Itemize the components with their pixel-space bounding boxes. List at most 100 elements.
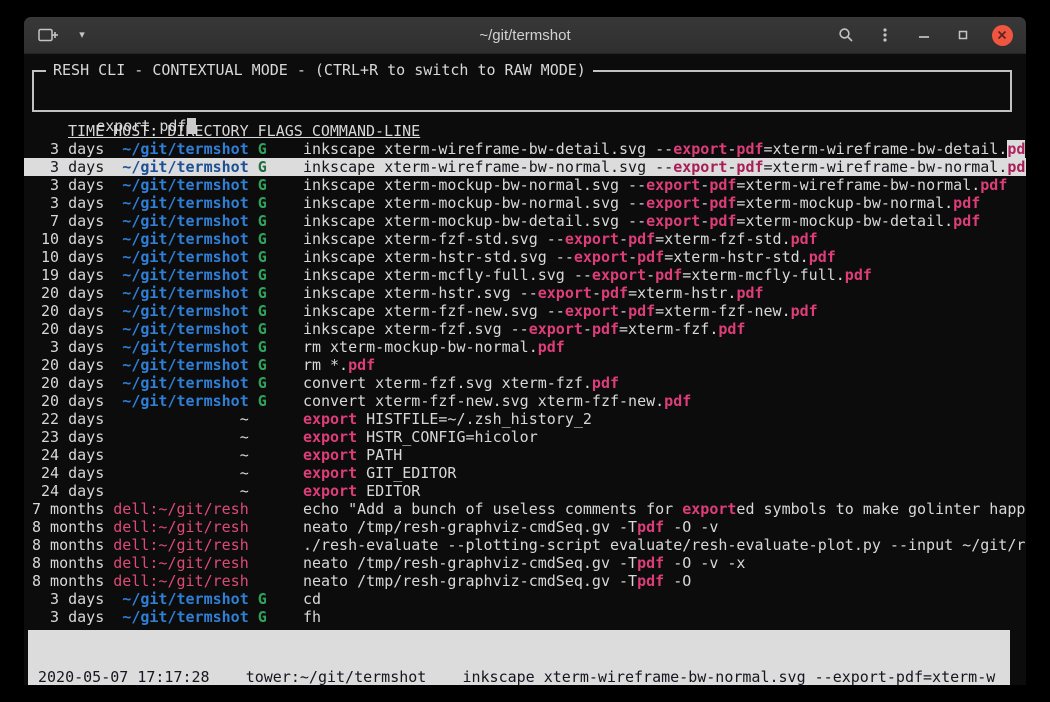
cmd-segment: inkscape xterm-wireframe-bw-normal.svg -… <box>303 158 673 176</box>
text-cursor <box>187 118 196 134</box>
row-directory: ~/git/termshot <box>104 608 249 626</box>
cmd-segment: pdf <box>628 230 655 248</box>
history-row[interactable]: 3 days ~/git/termshot G cd <box>24 590 1026 608</box>
cmd-segment: - <box>592 284 601 302</box>
cmd-segment: pd <box>1007 158 1025 176</box>
history-row[interactable]: 23 days ~ export HSTR_CONFIG=hicolor <box>24 428 1026 446</box>
history-row[interactable]: 10 days ~/git/termshot G inkscape xterm-… <box>24 230 1026 248</box>
cmd-segment: export <box>529 320 583 338</box>
history-row[interactable]: 24 days ~ export PATH <box>24 446 1026 464</box>
terminal-content: RESH CLI - CONTEXTUAL MODE - (CTRL+R to … <box>24 54 1026 685</box>
row-flags <box>249 518 303 536</box>
cmd-segment: - <box>646 266 655 284</box>
cmd-segment: export <box>303 428 357 446</box>
row-directory: dell:~/git/resh <box>104 554 249 572</box>
cmd-segment: =xterm-wireframe-bw-detail. <box>764 140 1008 158</box>
cmd-segment: rm *. <box>303 356 348 374</box>
history-row[interactable]: 24 days ~ export EDITOR <box>24 482 1026 500</box>
cmd-segment: export <box>538 284 592 302</box>
row-flags <box>249 428 303 446</box>
history-row[interactable]: 20 days ~/git/termshot G inkscape xterm-… <box>24 302 1026 320</box>
cmd-segment: export <box>646 212 700 230</box>
history-row[interactable]: 19 days ~/git/termshot G inkscape xterm-… <box>24 266 1026 284</box>
cmd-segment: inkscape xterm-hstr.svg -- <box>303 284 538 302</box>
history-row[interactable]: 8 months dell:~/git/resh ./resh-evaluate… <box>24 536 1026 554</box>
cmd-segment: export <box>646 176 700 194</box>
row-flags <box>249 482 303 500</box>
search-button[interactable] <box>834 23 858 47</box>
close-button[interactable] <box>990 23 1014 47</box>
cmd-segment: pdf <box>718 320 745 338</box>
cmd-segment: -O <box>664 572 691 590</box>
history-row[interactable]: 3 days ~/git/termshot G inkscape xterm-w… <box>24 140 1026 158</box>
history-row[interactable]: 3 days ~/git/termshot G inkscape xterm-w… <box>24 158 1026 176</box>
history-row[interactable]: 3 days ~/git/termshot G inkscape xterm-m… <box>24 194 1026 212</box>
cmd-segment: inkscape xterm-mockup-bw-detail.svg -- <box>303 212 646 230</box>
history-row[interactable]: 8 months dell:~/git/resh neato /tmp/resh… <box>24 518 1026 536</box>
query-input[interactable]: export pdf <box>96 117 186 135</box>
row-directory: dell:~/git/resh <box>104 518 249 536</box>
titlebar-left-controls: ▾ <box>36 23 94 47</box>
row-flags <box>249 500 303 518</box>
history-row[interactable]: 20 days ~/git/termshot G rm *.pdf <box>24 356 1026 374</box>
row-time: 10 days <box>32 248 104 266</box>
row-flags <box>249 554 303 572</box>
cmd-segment: pdf <box>592 320 619 338</box>
cmd-segment: inkscape xterm-mockup-bw-normal.svg -- <box>303 176 646 194</box>
cmd-segment: inkscape xterm-wireframe-bw-detail.svg -… <box>303 140 673 158</box>
cmd-segment: pdf <box>538 338 565 356</box>
cmd-segment: PATH <box>357 446 402 464</box>
history-row[interactable]: 10 days ~/git/termshot G inkscape xterm-… <box>24 248 1026 266</box>
cmd-segment: =xterm-fzf-new. <box>655 302 790 320</box>
history-row[interactable]: 20 days ~/git/termshot G inkscape xterm-… <box>24 284 1026 302</box>
minimize-button[interactable] <box>912 23 936 47</box>
history-row[interactable]: 8 months dell:~/git/resh neato /tmp/resh… <box>24 554 1026 572</box>
row-time: 20 days <box>32 320 104 338</box>
history-row[interactable]: 3 days ~/git/termshot G fh <box>24 608 1026 626</box>
row-directory: ~/git/termshot <box>104 230 249 248</box>
history-row[interactable]: 8 months dell:~/git/resh neato /tmp/resh… <box>24 572 1026 590</box>
restore-button[interactable] <box>951 23 975 47</box>
menu-button[interactable] <box>873 23 897 47</box>
history-row[interactable]: 20 days ~/git/termshot G convert xterm-f… <box>24 374 1026 392</box>
history-row[interactable]: 20 days ~/git/termshot G inkscape xterm-… <box>24 320 1026 338</box>
row-time: 20 days <box>32 284 104 302</box>
kebab-menu-icon <box>877 27 893 43</box>
history-row[interactable]: 22 days ~ export HISTFILE=~/.zsh_history… <box>24 410 1026 428</box>
history-row[interactable]: 7 months dell:~/git/resh echo "Add a bun… <box>24 500 1026 518</box>
row-flags: G <box>249 356 303 374</box>
cmd-segment: - <box>700 176 709 194</box>
cmd-segment: =xterm-wireframe-bw-normal. <box>764 158 1008 176</box>
history-row[interactable]: 3 days ~/git/termshot G inkscape xterm-m… <box>24 176 1026 194</box>
cmd-segment: export <box>303 446 357 464</box>
cmd-segment: inkscape xterm-hstr-std.svg -- <box>303 248 574 266</box>
history-row[interactable]: 3 days ~/git/termshot G rm xterm-mockup-… <box>24 338 1026 356</box>
cmd-segment: EDITOR <box>357 482 420 500</box>
cmd-segment: pdf <box>628 302 655 320</box>
new-terminal-menu-button[interactable]: ▾ <box>70 23 94 47</box>
query-box[interactable]: RESH CLI - CONTEXTUAL MODE - (CTRL+R to … <box>32 70 1012 112</box>
cmd-segment: pdf <box>709 212 736 230</box>
cmd-segment: pdf <box>709 194 736 212</box>
cmd-segment: neato /tmp/resh-graphviz-cmdSeq.gv -T <box>303 554 637 572</box>
row-flags <box>249 446 303 464</box>
history-row[interactable]: 7 days ~/git/termshot G inkscape xterm-m… <box>24 212 1026 230</box>
cmd-segment: -O -v <box>664 518 718 536</box>
cmd-segment: convert xterm-fzf.svg xterm-fzf. <box>303 374 592 392</box>
cmd-segment: pdf <box>736 140 763 158</box>
row-time: 19 days <box>32 266 104 284</box>
cmd-segment: pdf <box>791 302 818 320</box>
row-flags: G <box>249 212 303 230</box>
cmd-segment: - <box>619 230 628 248</box>
cmd-segment: =xterm-wireframe-bw-normal. <box>736 176 980 194</box>
cmd-segment: cd <box>303 590 321 608</box>
row-directory: ~ <box>104 428 249 446</box>
row-directory: ~ <box>104 446 249 464</box>
row-directory: ~ <box>104 410 249 428</box>
history-row[interactable]: 24 days ~ export GIT_EDITOR <box>24 464 1026 482</box>
history-row[interactable]: 20 days ~/git/termshot G convert xterm-f… <box>24 392 1026 410</box>
row-time: 24 days <box>32 464 104 482</box>
cmd-segment: pdf <box>664 392 691 410</box>
cmd-segment: pdf <box>845 266 872 284</box>
new-terminal-button[interactable] <box>36 23 60 47</box>
